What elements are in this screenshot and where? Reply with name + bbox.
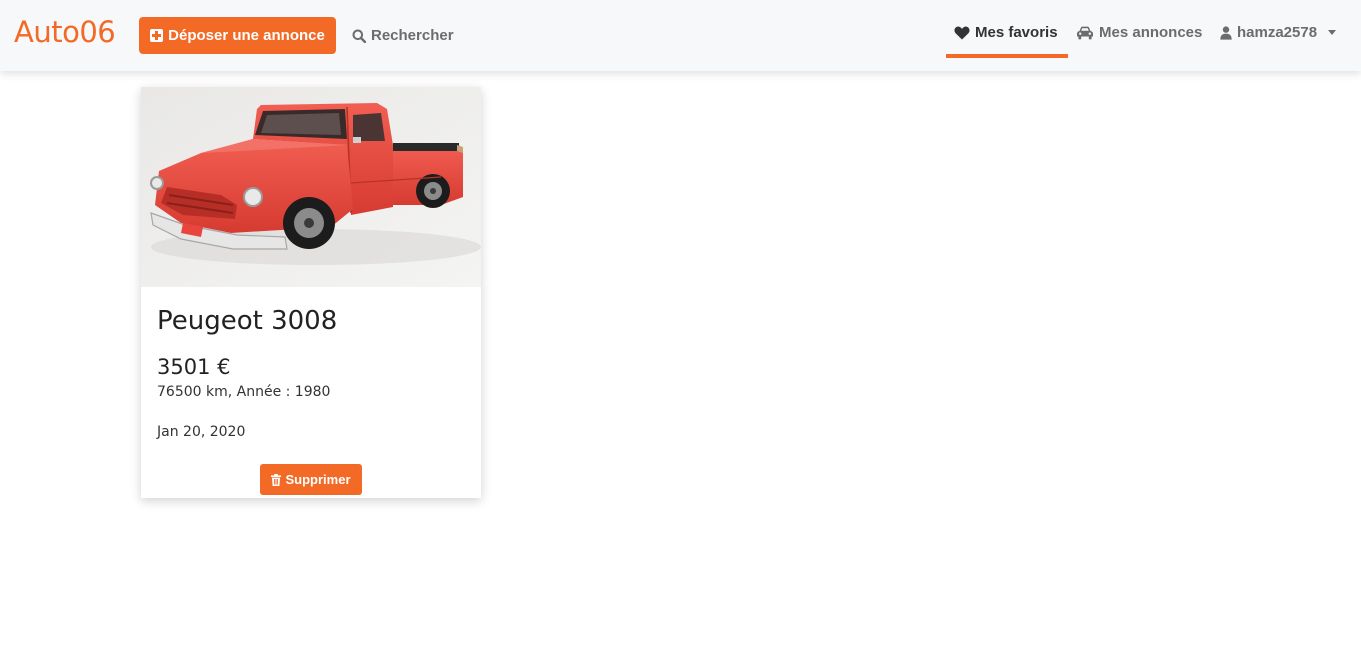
active-tab-indicator [946, 54, 1068, 58]
search-icon [352, 29, 366, 43]
my-listings-label: Mes annonces [1099, 24, 1203, 41]
favorite-card: Peugeot 3008 3501 € 76500 km, Année : 19… [141, 87, 481, 498]
car-icon [1077, 26, 1093, 39]
user-icon [1220, 25, 1232, 40]
plus-square-icon [150, 29, 164, 42]
search-label: Rechercher [371, 27, 454, 44]
brand-logo[interactable]: Auto06 [14, 15, 116, 49]
car-details: 76500 km, Année : 1980 [157, 384, 331, 400]
deposit-listing-label: Déposer une annonce [168, 27, 325, 44]
delete-favorite-button[interactable]: Supprimer [260, 464, 362, 495]
nav-my-listings[interactable]: Mes annonces [1076, 24, 1202, 41]
user-menu[interactable]: hamza2578 [1220, 24, 1337, 41]
deposit-listing-button[interactable]: Déposer une annonce [139, 17, 336, 54]
listing-date: Jan 20, 2020 [157, 424, 246, 440]
username-label: hamza2578 [1237, 24, 1318, 41]
navbar: Auto06 Déposer une annonce Rechercher Me… [0, 0, 1361, 71]
heart-icon [954, 26, 970, 39]
car-photo[interactable] [141, 87, 481, 287]
chevron-down-icon [1328, 30, 1337, 35]
red-pickup-truck-illustration [141, 87, 481, 287]
nav-favorites[interactable]: Mes favoris [954, 24, 1058, 41]
search-link[interactable]: Rechercher [352, 27, 454, 44]
car-price: 3501 € [157, 355, 231, 379]
car-title[interactable]: Peugeot 3008 [157, 306, 337, 336]
trash-icon [271, 473, 282, 486]
delete-label: Supprimer [285, 472, 351, 487]
favorites-label: Mes favoris [975, 24, 1058, 41]
